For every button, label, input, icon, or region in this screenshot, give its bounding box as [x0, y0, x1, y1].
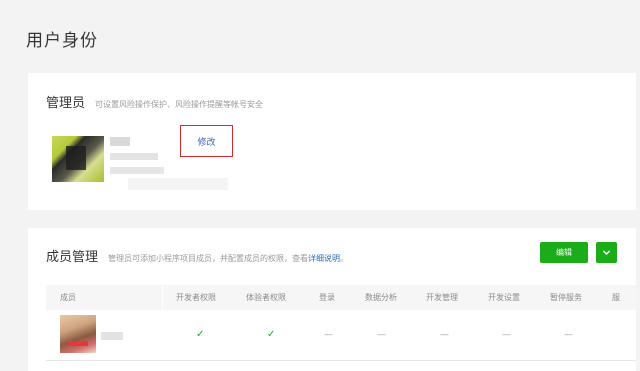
col-developer: 开发者权限 [176, 293, 216, 302]
member-avatar [60, 315, 96, 353]
admin-info-blur-2 [110, 167, 164, 174]
members-table-header: 成员 开发者权限 体验者权限 登录 数据分析 开发管理 开发设置 暂停服务 服 [46, 285, 636, 310]
row-divider [46, 360, 636, 361]
details-link[interactable]: 详细说明 [308, 254, 340, 263]
cell-dev-manage: — [440, 330, 449, 340]
col-tester: 体验者权限 [246, 293, 286, 302]
members-more-button[interactable] [596, 242, 617, 263]
members-card: 成员管理 管理员可添加小程序项目成员，并配置成员的权限，查看详细说明。 编辑 成… [28, 228, 636, 371]
table-row: ✓ ✓ — — — — — [46, 310, 636, 361]
cell-analytics: — [377, 330, 386, 340]
admin-card: 管理员 可设置风险操作保护、风险操作提醒等帐号安全 修改 [28, 73, 636, 210]
chevron-down-icon [602, 250, 611, 256]
admin-title: 管理员 [46, 96, 86, 111]
col-pause-service: 暂停服务 [550, 293, 582, 302]
admin-edit-button[interactable]: 修改 [180, 125, 233, 157]
col-dev-manage: 开发管理 [426, 293, 458, 302]
admin-description: 可设置风险操作保护、风险操作提醒等帐号安全 [95, 100, 264, 109]
col-member: 成员 [60, 293, 76, 302]
member-name-blur [101, 332, 123, 340]
members-description-end: 。 [340, 254, 349, 263]
cell-developer: ✓ [196, 329, 205, 340]
members-title: 成员管理 [46, 250, 99, 265]
cell-tester: ✓ [267, 329, 276, 340]
col-login: 登录 [319, 293, 335, 302]
cell-dev-settings: — [502, 330, 511, 340]
cell-pause-service: — [564, 330, 573, 340]
admin-name-blur [110, 137, 130, 146]
admin-info-blur-3 [128, 178, 228, 190]
col-dev-settings: 开发设置 [488, 293, 520, 302]
admin-avatar [52, 136, 104, 182]
cell-login: — [324, 330, 333, 340]
page-title: 用户身份 [26, 31, 98, 51]
members-edit-button[interactable]: 编辑 [540, 242, 588, 263]
header-divider [162, 285, 163, 310]
col-analytics: 数据分析 [365, 293, 397, 302]
admin-header: 管理员 可设置风险操作保护、风险操作提醒等帐号安全 [46, 92, 263, 111]
admin-info-blur-1 [110, 153, 158, 160]
members-description-text: 管理员可添加小程序项目成员，并配置成员的权限，查看 [108, 254, 309, 263]
members-header: 成员管理 管理员可添加小程序项目成员，并配置成员的权限，查看详细说明。 [46, 246, 348, 265]
members-description: 管理员可添加小程序项目成员，并配置成员的权限，查看详细说明。 [108, 253, 348, 264]
col-service: 服 [612, 293, 620, 302]
